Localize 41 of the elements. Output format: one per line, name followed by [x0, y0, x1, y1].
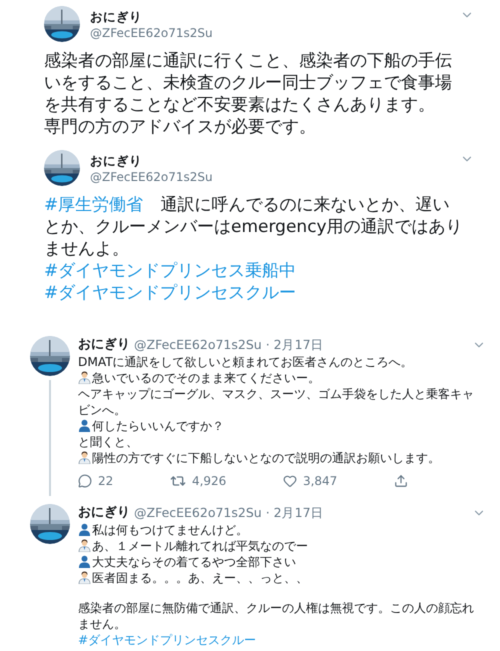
reply-count: 22: [98, 473, 114, 490]
tweet-text: と聞くと、: [78, 434, 139, 450]
tweet-text: 感染者の部屋に無防備で通訳、クルーの人権は無視です。この人の顔忘れません。: [78, 600, 475, 632]
author-name: おにぎり: [78, 504, 130, 522]
author-handle: @ZFecEE62o71s2Su: [90, 168, 214, 184]
author-handle: @ZFecEE62o71s2Su: [134, 504, 262, 522]
author-name: おにぎり: [90, 8, 143, 24]
person-icon: [78, 555, 91, 568]
tweet-text: 陽性の方ですぐに下船しないとなので説明の通訳お願いします。: [78, 450, 478, 466]
tweet-date[interactable]: · 2月17日: [266, 336, 324, 354]
like-icon[interactable]: [282, 474, 297, 488]
tweet-text: #厚生労働省 通訳に呼んでるのに来ないとか、遅いとか、クルーメンバーはemergency用の通訳ではありませんよ。: [44, 194, 464, 260]
tweet-date[interactable]: · 2月17日: [266, 504, 324, 522]
tweet-text: 私は何もつけてませんけど。: [78, 522, 478, 538]
tweet-text: DMATに通訳をして欲しいと頼まれてお医者さんのところへ。: [78, 354, 414, 370]
doctor-icon: [78, 451, 91, 464]
doctor-icon: [78, 539, 91, 552]
tweet-text: あ、１メートル離れてれば平気なのでー: [78, 538, 478, 554]
hashtag-link[interactable]: #ダイヤモンドプリンセス乗船中: [44, 261, 296, 281]
tweet-text: 何したらいいんですか？: [78, 418, 478, 434]
author-name: おにぎり: [78, 336, 130, 354]
share-icon[interactable]: [394, 474, 408, 488]
tweet-text: ヘアキャップにゴーグル、マスク、スーツ、ゴム手袋をした人と乗客キャビンへ。: [78, 386, 475, 418]
person-icon: [78, 419, 91, 432]
retweet-count: 4,926: [192, 473, 226, 490]
doctor-icon: [78, 571, 91, 584]
hashtag-link[interactable]: #ダイヤモンドプリンセスクルー: [44, 283, 296, 303]
hashtag-link[interactable]: #ダイヤモンドプリンセスクルー: [78, 633, 256, 647]
tweet-text: 専門の方のアドバイスが必要です。: [44, 116, 317, 138]
like-count: 3,847: [302, 473, 338, 490]
tweet-text: 大丈夫ならその着てるやつ全部下さい: [78, 554, 478, 570]
doctor-icon: [78, 371, 91, 384]
tweet-text: 医者固まる。。。あ、えー、、っと、、: [78, 570, 478, 586]
hashtag-link[interactable]: #厚生労働省: [44, 195, 144, 215]
person-icon: [78, 523, 91, 536]
author-handle: @ZFecEE62o71s2Su: [90, 24, 214, 40]
author-handle: @ZFecEE62o71s2Su: [134, 336, 262, 354]
tweet-text: 急いでいるのでそのまま来てくださいー。: [78, 370, 478, 386]
tweet-text: 感染者の部屋に通訳に行くこと、感染者の下船の手伝いをすること、未検査のクルー同士ブッフェで食事場を共有することなど不安要素はたくさんあります。: [44, 50, 453, 116]
reply-icon[interactable]: [78, 474, 92, 488]
author-name: おにぎり: [90, 152, 143, 168]
